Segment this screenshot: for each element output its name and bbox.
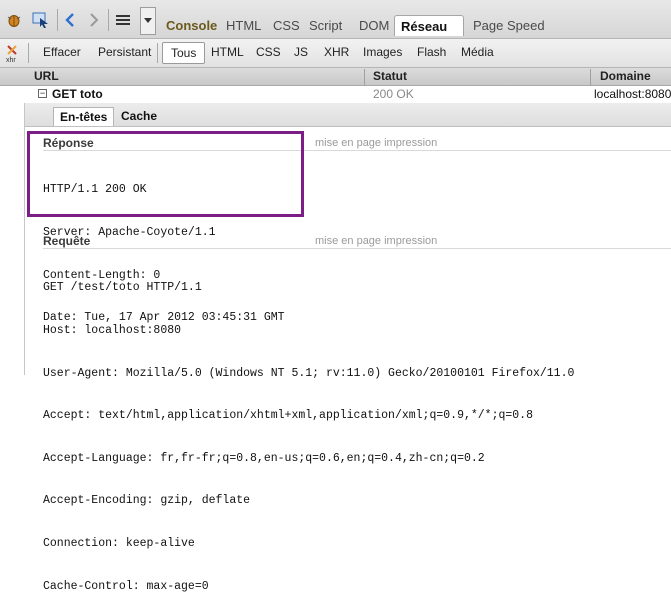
request-status: 200 OK xyxy=(373,87,414,101)
response-print-link[interactable]: mise en page impression xyxy=(315,137,437,149)
filter-xhr[interactable]: XHR xyxy=(324,45,349,59)
tab-dom[interactable]: DOM xyxy=(353,15,395,36)
column-domain[interactable]: Domaine xyxy=(600,69,651,83)
column-url[interactable]: URL xyxy=(34,69,59,83)
tab-script[interactable]: Script xyxy=(303,15,348,36)
response-highlight-box xyxy=(27,131,304,217)
tab-headers[interactable]: En-têtes xyxy=(53,107,115,126)
tab-cache[interactable]: Cache xyxy=(115,107,163,126)
xhr-icon[interactable]: xhr xyxy=(4,42,22,64)
detail-tabs: En-têtes Cache xyxy=(25,103,671,127)
firebug-bug-icon[interactable] xyxy=(4,9,24,31)
tab-reseau[interactable]: Réseau ▼ xyxy=(394,15,464,54)
svg-text:xhr: xhr xyxy=(6,57,16,63)
request-headers-text: GET /test/toto HTTP/1.1 Host: localhost:… xyxy=(43,281,575,593)
table-row[interactable]: − GET toto 200 OK localhost:8080 xyxy=(0,86,671,102)
back-arrow-icon[interactable] xyxy=(62,9,78,31)
request-url: GET toto xyxy=(52,87,103,101)
inspect-icon[interactable] xyxy=(30,9,52,31)
column-status[interactable]: Statut xyxy=(373,69,407,83)
filter-html[interactable]: HTML xyxy=(211,45,244,59)
clear-button[interactable]: Effacer xyxy=(43,45,81,59)
tab-console[interactable]: Console xyxy=(160,15,223,36)
filter-images[interactable]: Images xyxy=(363,45,402,59)
menu-lines-icon[interactable] xyxy=(113,9,133,31)
network-toolbar: xhr Effacer Persistant Tous HTML CSS JS … xyxy=(0,39,671,68)
firebug-toolbar: Console HTML CSS Script DOM Réseau ▼ Pag… xyxy=(0,0,671,54)
filter-all[interactable]: Tous xyxy=(162,42,206,64)
filter-flash[interactable]: Flash xyxy=(417,45,446,59)
network-column-header: URL Statut Domaine xyxy=(0,68,671,86)
request-domain: localhost:8080 xyxy=(594,87,671,101)
request-print-link[interactable]: mise en page impression xyxy=(315,235,437,247)
tab-css[interactable]: CSS xyxy=(267,15,306,36)
collapse-icon[interactable]: − xyxy=(38,89,47,98)
filter-css[interactable]: CSS xyxy=(256,45,281,59)
tab-reseau-label: Réseau xyxy=(401,19,448,34)
forward-arrow-icon[interactable] xyxy=(86,9,102,31)
dropdown-arrow-icon[interactable] xyxy=(140,7,156,35)
filter-media[interactable]: Média xyxy=(461,45,494,59)
filter-js[interactable]: JS xyxy=(294,45,308,59)
tab-page-speed[interactable]: Page Speed xyxy=(467,15,551,36)
tab-html[interactable]: HTML xyxy=(220,15,267,36)
persist-button[interactable]: Persistant xyxy=(98,45,151,59)
